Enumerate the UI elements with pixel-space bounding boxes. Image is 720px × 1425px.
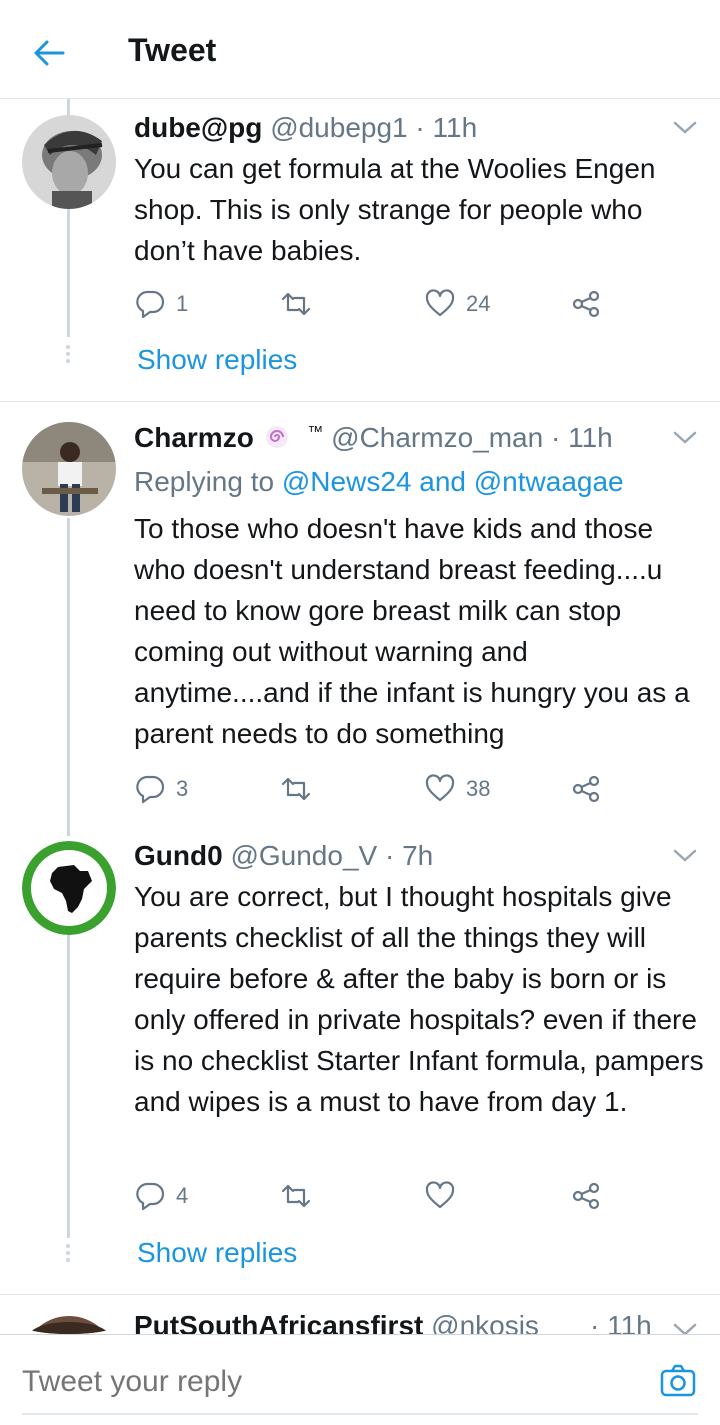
share-button[interactable] (570, 286, 602, 322)
author-name[interactable]: Gund0 (134, 840, 223, 871)
show-replies-link[interactable]: Show replies (137, 344, 297, 376)
avatar[interactable] (22, 115, 116, 209)
chevron-down-icon[interactable] (670, 118, 700, 138)
share-button[interactable] (570, 1178, 602, 1214)
reply-input[interactable] (22, 1365, 622, 1399)
reply-count: 3 (176, 776, 189, 801)
retweet-icon (281, 1184, 311, 1208)
reply-icon (136, 775, 165, 804)
reply-button[interactable]: 1 (134, 286, 188, 322)
tweet-text: You can get formula at the Woolies Engen… (134, 153, 656, 266)
share-button[interactable] (570, 771, 602, 807)
tweet-meta: PutSouthAfricansfirst @nkosis (134, 1310, 539, 1334)
retweet-button[interactable] (280, 1178, 312, 1214)
mention-link[interactable]: @News24 (282, 466, 412, 497)
tweet-actions: 3 38 (134, 771, 614, 807)
tweet-meta: Gund0 @Gundo_V · 7h (134, 840, 433, 872)
share-icon (572, 775, 600, 803)
reply-button[interactable]: 4 (134, 1178, 188, 1214)
input-underline (22, 1413, 698, 1415)
share-icon (572, 1182, 600, 1210)
reply-icon (136, 1182, 165, 1211)
author-name[interactable]: dube@pg (134, 112, 262, 143)
like-button[interactable]: 24 (424, 286, 490, 322)
top-bar: Tweet (0, 0, 720, 99)
back-arrow-icon[interactable] (26, 30, 72, 76)
replying-and: and (419, 466, 466, 497)
heart-icon (425, 774, 455, 802)
replying-to: Replying to @News24 and @ntwaagae (134, 466, 624, 498)
like-button[interactable]: 38 (424, 771, 490, 807)
replying-to-label: Replying to (134, 466, 275, 497)
retweet-button[interactable] (280, 286, 312, 322)
like-count: 38 (466, 776, 491, 801)
retweet-icon (281, 777, 311, 801)
thread-line (67, 934, 70, 1238)
thread-dots (66, 1244, 71, 1265)
avatar[interactable] (22, 1316, 116, 1334)
reply-composer (0, 1334, 720, 1425)
chevron-down-icon[interactable] (670, 1320, 700, 1334)
tweet-actions: 1 24 (134, 286, 614, 322)
tweet-meta: Charmzo ™ @Charmzo_man · 11h (134, 422, 613, 454)
avatar[interactable] (22, 422, 116, 516)
chevron-down-icon[interactable] (670, 428, 700, 448)
like-button[interactable] (424, 1178, 456, 1214)
like-count: 24 (466, 291, 491, 316)
trademark-mark: ™ (307, 424, 324, 441)
author-handle: @dubepg1 · 11h (270, 112, 478, 143)
tweet-text: You are correct, but I thought hospitals… (134, 881, 704, 1117)
tweet-meta: dube@pg @dubepg1 · 11h (134, 112, 477, 144)
divider (0, 401, 720, 402)
heart-icon (425, 1181, 455, 1209)
reply-count: 4 (176, 1183, 189, 1208)
author-name[interactable]: PutSouthAfricansfirst (134, 1310, 423, 1334)
author-handle: @Gundo_V · 7h (230, 840, 434, 871)
camera-icon[interactable] (658, 1361, 698, 1401)
thread-dots (66, 345, 71, 366)
tweet-actions: 4 (134, 1178, 614, 1214)
chevron-down-icon[interactable] (670, 846, 700, 866)
author-handle: @Charmzo_man · 11h (331, 422, 613, 453)
share-icon (572, 290, 600, 318)
author-name[interactable]: Charmzo (134, 422, 254, 453)
reply-icon (136, 290, 165, 319)
mention-link[interactable]: @ntwaagae (474, 466, 624, 497)
reply-button[interactable]: 3 (134, 771, 188, 807)
retweet-button[interactable] (280, 771, 312, 807)
tweet-text: To those who doesn't have kids and those… (134, 513, 690, 749)
page-title: Tweet (128, 32, 217, 68)
heart-icon (425, 289, 455, 317)
tweet-time: · 11h (590, 1310, 652, 1334)
divider (0, 1294, 720, 1295)
retweet-icon (281, 292, 311, 316)
thread-line (67, 518, 70, 836)
spiral-icon (265, 426, 288, 448)
show-replies-link[interactable]: Show replies (137, 1237, 297, 1269)
author-handle: @nkosis (431, 1310, 539, 1334)
avatar[interactable] (22, 841, 116, 935)
reply-count: 1 (176, 291, 189, 316)
